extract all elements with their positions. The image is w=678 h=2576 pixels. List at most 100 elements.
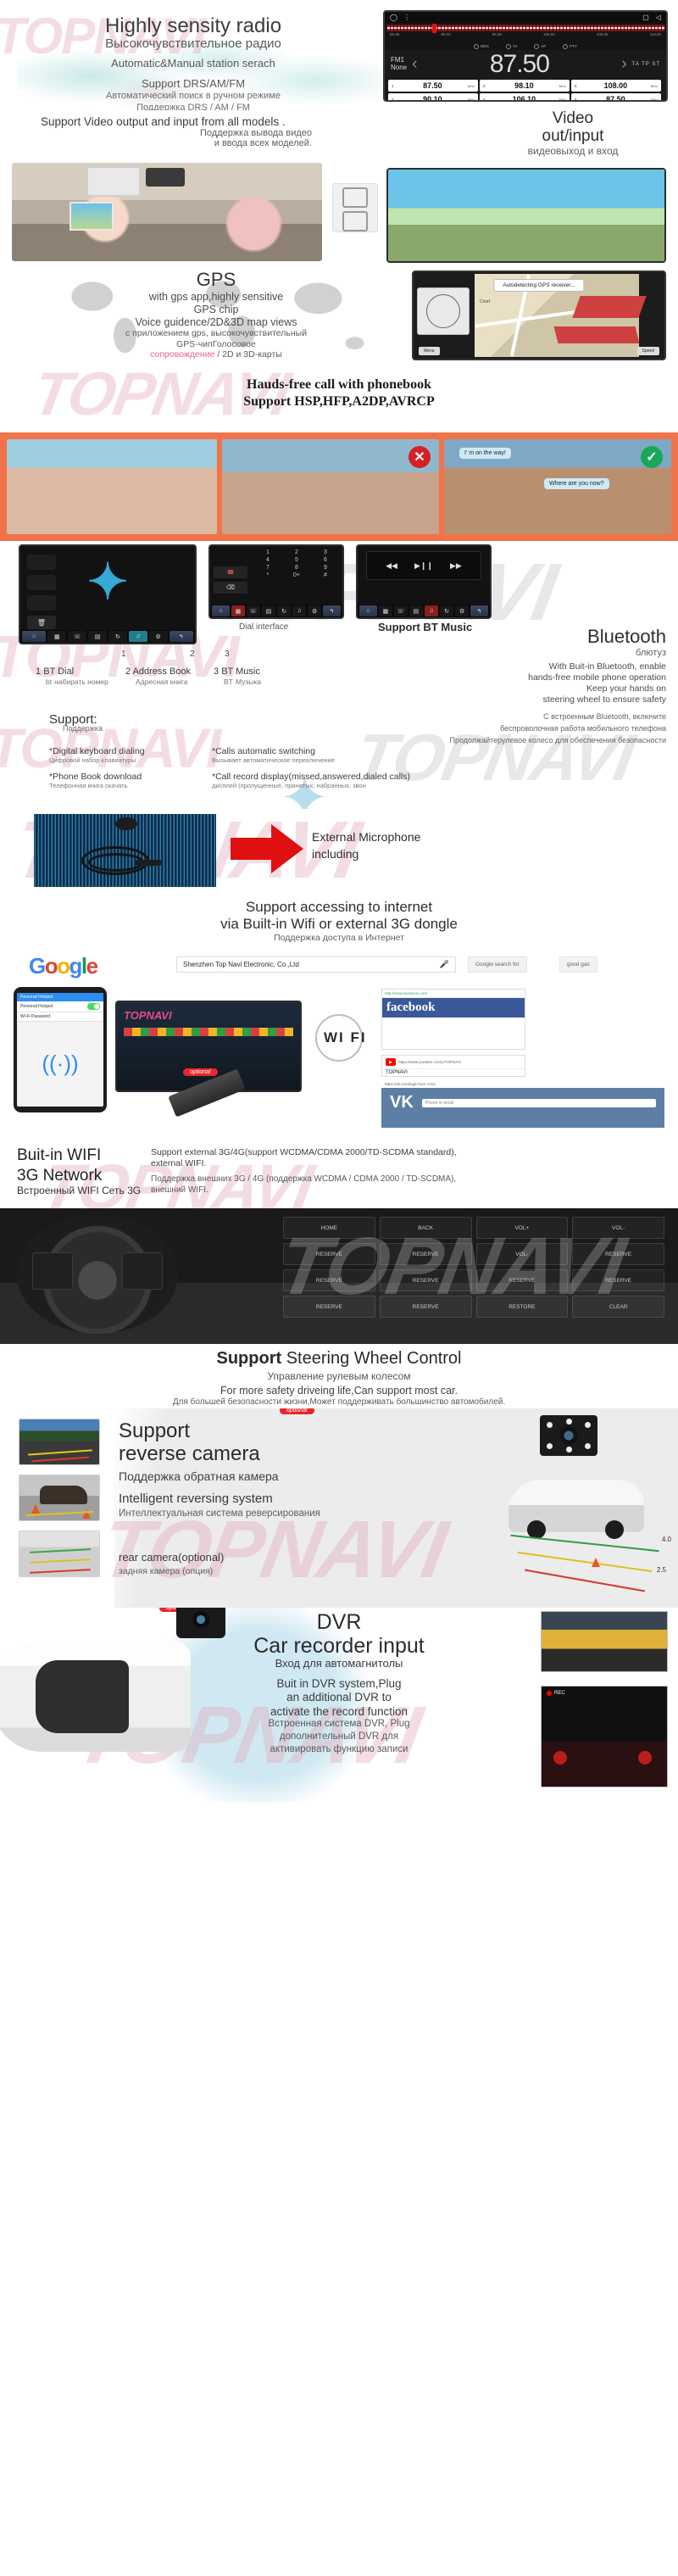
contacts-icon[interactable]: ▤: [261, 605, 275, 616]
call-log-icon[interactable]: ↻: [108, 631, 127, 642]
back-button[interactable]: ↰: [470, 605, 488, 616]
swc-key[interactable]: BACK: [379, 1217, 472, 1239]
circle-icon[interactable]: ◯: [390, 14, 397, 21]
prev-station-icon[interactable]: ‹: [412, 55, 417, 74]
swc-key[interactable]: RESERVE: [475, 1269, 569, 1291]
youtube-row[interactable]: ▶ https://www.youtube.com/c/TOPNAVI: [382, 1056, 525, 1069]
rds-option-pty[interactable]: PTY: [563, 44, 577, 49]
swc-key[interactable]: VOL+: [475, 1217, 569, 1239]
swc-left-buttons[interactable]: [32, 1252, 73, 1290]
next-track-icon[interactable]: ▶▶: [450, 561, 462, 571]
key[interactable]: 4: [254, 557, 281, 563]
key[interactable]: #: [312, 572, 339, 578]
search-input[interactable]: Shenzhen Top Navi Electronic, Co.,Ltd 🎤: [176, 956, 456, 973]
home-button[interactable]: ⌂: [359, 605, 377, 616]
key[interactable]: 2: [283, 549, 310, 555]
swc-key[interactable]: RESERVE: [379, 1243, 472, 1265]
contacts-icon[interactable]: ▤: [88, 631, 107, 642]
preset-button[interactable]: 4 106.10 MHz: [479, 93, 570, 100]
swc-key[interactable]: CLEAR: [572, 1296, 664, 1318]
preset-button[interactable]: 5 108.00 MHz: [570, 80, 661, 92]
preset-button[interactable]: 3 98.10 MHz: [479, 80, 570, 92]
key[interactable]: 0+: [283, 572, 310, 578]
preset-button[interactable]: 2 90.10 MHz: [388, 93, 478, 100]
next-station-icon[interactable]: ›: [621, 55, 626, 74]
call-log-icon[interactable]: ↻: [440, 605, 454, 616]
handsfree-title: Hauds-free call with phonebook Support H…: [0, 376, 678, 410]
square-icon[interactable]: ▢: [642, 14, 649, 21]
keypad-icon[interactable]: ▦: [378, 605, 392, 616]
key[interactable]: 5: [283, 557, 310, 563]
key[interactable]: 3: [312, 549, 339, 555]
hotspot-toggle[interactable]: [87, 1003, 100, 1010]
tuner-needle[interactable]: [432, 24, 437, 33]
rds-option-af[interactable]: AF: [534, 44, 546, 49]
vk-url[interactable]: https://vk.com/login?act=+mol: [381, 1080, 664, 1088]
key[interactable]: 1: [254, 549, 281, 555]
swc-key[interactable]: RESERVE: [379, 1296, 472, 1318]
keypad-icon[interactable]: ▦: [231, 605, 245, 616]
vk-login-field[interactable]: Phone or email: [421, 1098, 656, 1107]
hotspot-toggle-row[interactable]: Personal Hotspot: [17, 1001, 103, 1012]
tuner-scale-area[interactable]: 85.00 90.00 95.00 100.00 105.00 110.00: [385, 23, 666, 42]
key[interactable]: 9: [312, 565, 339, 571]
back-triangle-icon[interactable]: ◁: [656, 14, 661, 21]
preset-button[interactable]: 1 87.50 MHz: [388, 80, 478, 92]
swc-key[interactable]: VOL-: [475, 1243, 569, 1265]
settings-gear-icon[interactable]: ⚙: [148, 631, 168, 642]
bt-item-3-ru-a: BT: [224, 677, 233, 686]
delete-icon[interactable]: 🗑: [27, 616, 56, 629]
bt-music-icon[interactable]: ♫: [292, 605, 307, 616]
key[interactable]: 7: [254, 565, 281, 571]
swc-key[interactable]: VOL-: [572, 1217, 664, 1239]
tuner-scale[interactable]: [386, 24, 664, 33]
swc-key[interactable]: RESERVE: [379, 1269, 472, 1291]
swc-key[interactable]: RESERVE: [283, 1243, 375, 1265]
key[interactable]: *: [254, 572, 281, 578]
call-icon[interactable]: ☏: [393, 605, 408, 616]
call-icon[interactable]: ☏: [68, 631, 87, 642]
swc-key[interactable]: RESTORE: [475, 1296, 569, 1318]
swc-key[interactable]: HOME: [283, 1217, 375, 1239]
bt-tile[interactable]: [27, 555, 56, 570]
play-pause-icon[interactable]: ▶❙❙: [414, 561, 433, 571]
keypad-icon[interactable]: ▦: [47, 631, 67, 642]
bt-tile[interactable]: [27, 595, 56, 611]
bt-music-icon[interactable]: ♫: [128, 631, 147, 642]
backspace-icon[interactable]: ⌫: [214, 582, 247, 594]
lucky-button[interactable]: good gas: [559, 956, 597, 973]
back-button[interactable]: ↰: [323, 605, 341, 616]
scale-label: 100.00: [542, 32, 555, 36]
youtube-url[interactable]: https://www.youtube.com/c/TOPNAVI: [398, 1060, 461, 1064]
microphone-icon[interactable]: 🎤: [440, 960, 449, 969]
rds-option-reg[interactable]: REG: [474, 44, 489, 49]
swc-key[interactable]: RESERVE: [283, 1269, 375, 1291]
bt-music-icon[interactable]: ♫: [425, 605, 439, 616]
back-button[interactable]: ↰: [169, 631, 193, 642]
settings-gear-icon[interactable]: ⚙: [455, 605, 470, 616]
media-controls[interactable]: ◀◀ ▶❙❙ ▶▶: [366, 551, 481, 580]
google-search-button[interactable]: Google search for: [468, 956, 527, 973]
rds-option-ta[interactable]: TA: [506, 44, 517, 49]
hangup-icon[interactable]: ☎: [214, 566, 247, 578]
swc-right-buttons[interactable]: [122, 1252, 163, 1290]
more-vert-icon[interactable]: ⋮: [403, 14, 410, 21]
call-icon[interactable]: ☏: [246, 605, 260, 616]
key[interactable]: 6: [312, 557, 339, 563]
key[interactable]: 8: [283, 565, 310, 571]
call-log-icon[interactable]: ↻: [277, 605, 292, 616]
swc-key[interactable]: RESERVE: [283, 1296, 375, 1318]
settings-gear-icon[interactable]: ⚙: [308, 605, 322, 616]
prev-track-icon[interactable]: ◀◀: [386, 561, 397, 571]
home-button[interactable]: ⌂: [22, 631, 47, 642]
gps-menu-button[interactable]: Menu: [419, 347, 440, 355]
swc-key[interactable]: RESERVE: [572, 1243, 664, 1265]
swc-key[interactable]: RESERVE: [572, 1269, 664, 1291]
wifi-password-row[interactable]: Wi-Fi Password: [17, 1012, 103, 1022]
dial-keypad[interactable]: 1 2 3 4 5 6 7 8 9 * 0+ #: [254, 549, 339, 578]
contacts-icon[interactable]: ▤: [408, 605, 423, 616]
bt-tile[interactable]: [27, 575, 56, 590]
home-button[interactable]: ⌂: [212, 605, 230, 616]
preset-button[interactable]: 6 87.50 MHz: [570, 93, 661, 100]
facebook-url[interactable]: http://www.facebook.com: [382, 990, 525, 998]
